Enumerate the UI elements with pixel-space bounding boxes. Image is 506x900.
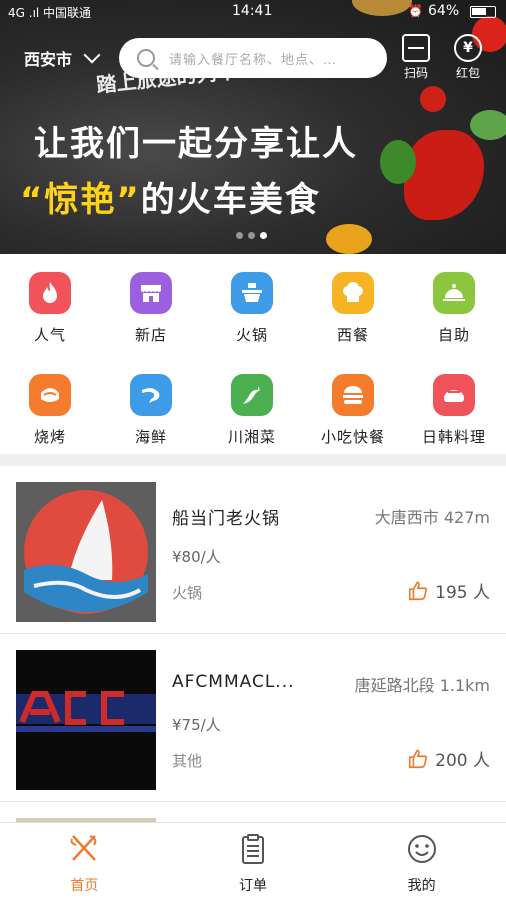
- chevron-down-icon: [83, 46, 101, 64]
- category-popular[interactable]: 人气: [0, 272, 100, 345]
- category-label: 火锅: [235, 326, 268, 344]
- carrier-text: 4G .ıl 中国联通: [8, 6, 92, 20]
- dish-cover-icon: [433, 272, 475, 314]
- status-bar: 4G .ıl 中国联通 14:41 ⏰ 64%: [0, 0, 506, 24]
- category-label: 日韩料理: [421, 428, 486, 446]
- category-new-store[interactable]: 新店: [101, 272, 201, 345]
- scan-label: 扫码: [403, 66, 428, 80]
- restaurant-type: 其他: [172, 752, 203, 770]
- restaurant-type: 火锅: [172, 584, 203, 602]
- restaurant-price: ¥80/人: [172, 548, 221, 566]
- nav-orders[interactable]: 订单: [169, 823, 338, 900]
- restaurant-card[interactable]: 船当门老火锅 大唐西市 427m ¥80/人 火锅 195 人: [0, 466, 506, 634]
- search-placeholder: 请输入餐厅名称、地点、…: [169, 52, 338, 68]
- pagination-dot[interactable]: [248, 232, 255, 239]
- banner-title-line1: 让我们一起分享让人: [34, 124, 358, 164]
- nav-label: 首页: [70, 878, 99, 894]
- category-snack-fastfood[interactable]: 小吃快餐: [303, 374, 403, 447]
- like-count-text: 195 人: [435, 583, 490, 603]
- city-name: 西安市: [24, 50, 73, 69]
- chef-hat-icon: [332, 272, 374, 314]
- sushi-icon: [433, 374, 475, 416]
- hongbao-button[interactable]: ¥ 红包: [448, 34, 488, 81]
- category-label: 自助: [437, 326, 470, 344]
- restaurant-card-partial[interactable]: [0, 802, 506, 822]
- like-count[interactable]: 200 人: [407, 746, 490, 771]
- banner-title-highlight: “惊艳”: [20, 180, 141, 220]
- store-icon: [130, 272, 172, 314]
- clock-text: 14:41: [232, 3, 273, 19]
- banner-title-rest: 的火车美食: [140, 180, 321, 220]
- banner-pagination: [236, 232, 267, 239]
- restaurant-location: 唐延路北段 1.1km: [354, 676, 490, 695]
- clipboard-icon: [242, 834, 264, 864]
- hongbao-label: 红包: [455, 66, 480, 80]
- promo-banner[interactable]: 4G .ıl 中国联通 14:41 ⏰ 64% 踏上旅途的列车 西安市 请输入餐…: [0, 0, 506, 254]
- scan-button[interactable]: 扫码: [396, 34, 436, 81]
- pagination-dot[interactable]: [236, 232, 243, 239]
- grill-icon: [29, 374, 71, 416]
- smiley-icon: [407, 835, 436, 863]
- hotpot-icon: [231, 272, 273, 314]
- city-selector[interactable]: 西安市: [24, 46, 101, 70]
- chili-decoration: [404, 130, 484, 220]
- scan-icon: [402, 34, 430, 62]
- restaurant-name: AFCMMACL...: [172, 672, 295, 692]
- like-count[interactable]: 195 人: [407, 578, 490, 603]
- pagination-dot-active[interactable]: [260, 232, 267, 239]
- bottom-navigation: 首页 订单 我的: [0, 822, 506, 900]
- battery-icon: [470, 6, 496, 18]
- restaurant-location: 大唐西市 427m: [374, 508, 490, 527]
- thumbs-up-icon: [409, 581, 428, 600]
- fork-knife-icon: [70, 835, 97, 861]
- burger-icon: [332, 374, 374, 416]
- category-label: 小吃快餐: [320, 428, 385, 446]
- category-label: 人气: [33, 326, 66, 344]
- banner-title-line2: “惊艳”的火车美食: [20, 172, 321, 221]
- cucumber-decoration: [470, 110, 506, 140]
- restaurant-name: 船当门老火锅: [172, 509, 280, 529]
- nav-label: 我的: [407, 878, 436, 894]
- nav-profile[interactable]: 我的: [337, 823, 506, 900]
- thumbs-up-icon: [409, 749, 428, 768]
- category-sichuan-hunan[interactable]: 川湘菜: [202, 374, 302, 447]
- category-japanese-korean[interactable]: 日韩料理: [404, 374, 504, 447]
- alarm-icon: ⏰: [408, 4, 423, 18]
- category-bbq[interactable]: 烧烤: [0, 374, 100, 447]
- category-label: 川湘菜: [227, 428, 276, 446]
- category-hotpot[interactable]: 火锅: [202, 272, 302, 345]
- like-count-text: 200 人: [435, 751, 490, 771]
- category-seafood[interactable]: 海鲜: [101, 374, 201, 447]
- battery-text: 64%: [428, 3, 460, 19]
- search-icon: [137, 49, 155, 67]
- category-western[interactable]: 西餐: [303, 272, 403, 345]
- tomato-decoration: [420, 86, 446, 112]
- category-label: 新店: [134, 326, 167, 344]
- search-input[interactable]: 请输入餐厅名称、地点、…: [119, 38, 387, 78]
- herb-decoration: [380, 140, 416, 184]
- restaurant-logo-image: [16, 650, 156, 790]
- restaurant-price: ¥75/人: [172, 716, 221, 734]
- category-grid: 人气 新店 火锅 西餐 自助 烧烤 海鲜 川湘菜 小吃快餐 日韩料理: [0, 254, 506, 454]
- category-label: 西餐: [336, 326, 369, 344]
- nav-label: 订单: [239, 878, 267, 894]
- category-buffet[interactable]: 自助: [404, 272, 504, 345]
- chili-icon: [231, 374, 273, 416]
- fire-icon: [29, 272, 71, 314]
- restaurant-logo-image: [16, 482, 156, 622]
- category-label: 烧烤: [33, 428, 66, 446]
- section-divider: [0, 454, 506, 466]
- yen-icon: ¥: [454, 34, 482, 62]
- restaurant-card[interactable]: AFCMMACL... 唐延路北段 1.1km ¥75/人 其他 200 人: [0, 634, 506, 802]
- sauce-bowl-decoration: [326, 224, 372, 254]
- nav-home[interactable]: 首页: [0, 823, 169, 900]
- category-label: 海鲜: [134, 428, 167, 446]
- shrimp-icon: [130, 374, 172, 416]
